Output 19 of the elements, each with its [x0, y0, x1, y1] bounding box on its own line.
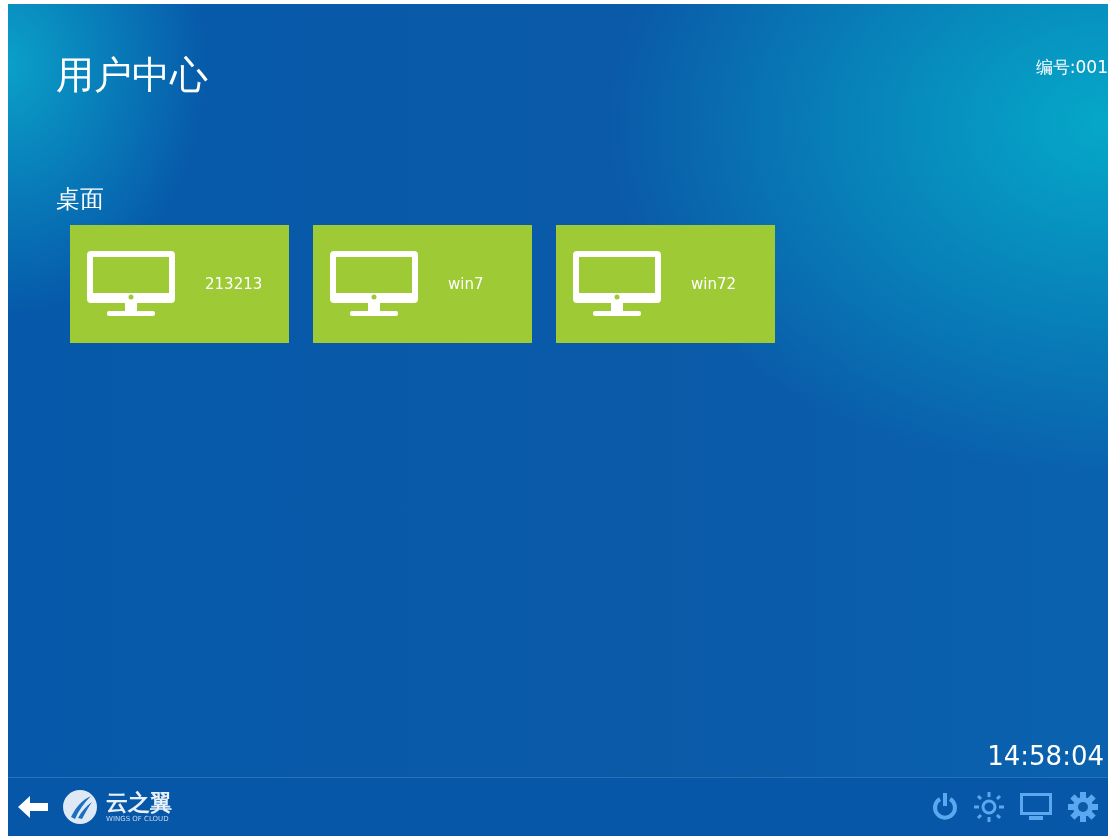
- logo-icon: [62, 789, 98, 825]
- device-number: 编号:001: [1035, 56, 1108, 79]
- monitor-icon[interactable]: [1020, 793, 1052, 821]
- monitor-icon: [573, 251, 661, 317]
- power-icon[interactable]: [932, 793, 958, 821]
- desktop-tile[interactable]: win72: [556, 225, 775, 343]
- back-arrow-icon[interactable]: [18, 796, 48, 818]
- clock-time: 14:58:04: [987, 741, 1104, 771]
- section-title: 桌面: [56, 184, 105, 215]
- monitor-icon: [330, 251, 418, 317]
- logo-name: 云之翼: [106, 791, 172, 815]
- monitor-icon: [87, 251, 175, 317]
- desktop-name: win7: [448, 275, 484, 293]
- desktop-name: 213213: [205, 275, 263, 293]
- desktop-tile[interactable]: 213213: [70, 225, 289, 343]
- desktop-name: win72: [691, 275, 737, 293]
- desktop-tile[interactable]: win7: [313, 225, 532, 343]
- page-title: 用户中心: [56, 52, 208, 99]
- brightness-icon[interactable]: [974, 792, 1004, 822]
